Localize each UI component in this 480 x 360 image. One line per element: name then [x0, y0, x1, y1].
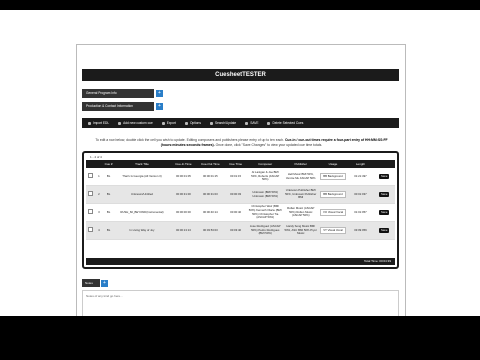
track-title-cell[interactable]: In Living Way of Joy: [113, 221, 170, 240]
save-button[interactable]: SAVE: [245, 121, 258, 125]
notes-textarea[interactable]: Notes of any kind go here...: [82, 290, 399, 316]
col-num: [94, 160, 104, 168]
usage-select[interactable]: BB Background: [320, 190, 346, 199]
row-number: 4: [94, 221, 104, 240]
search-icon: [209, 121, 213, 125]
delete-selected-button[interactable]: Delete Selected Cues: [267, 121, 303, 125]
notes-header[interactable]: Notes +: [82, 279, 108, 287]
cue-out-cell[interactable]: 00:00:40:14: [196, 203, 224, 222]
section-label: General Program Info: [86, 91, 117, 95]
cue-in-cell[interactable]: 00:00:31:00: [169, 185, 197, 204]
row-number: 1: [94, 168, 104, 186]
add-cue-button[interactable]: Add new custom cue: [118, 121, 153, 125]
total-time: Total Time: 00:04:39: [86, 258, 395, 265]
section-production-contact[interactable]: Production & Contact Information +: [82, 102, 163, 111]
cue-code[interactable]: BL: [103, 168, 114, 186]
options-button[interactable]: Options: [184, 121, 201, 125]
section-label: Production & Contact Information: [86, 104, 133, 108]
cue-code[interactable]: BL: [103, 203, 114, 222]
cue-table-container: 1 - 4 of 4 Cue # Track Title Cue-In Time…: [82, 151, 399, 269]
col-usage[interactable]: Usage: [318, 160, 348, 168]
page-title: CuesheetTESTER: [82, 69, 399, 81]
export-button[interactable]: Export: [161, 121, 176, 125]
usage-select[interactable]: BB Background: [320, 172, 346, 181]
row-checkbox[interactable]: [87, 173, 93, 179]
expand-icon[interactable]: +: [101, 279, 108, 287]
search-update-button[interactable]: Search/Update: [209, 121, 236, 125]
import-icon: [88, 121, 91, 125]
usage-select[interactable]: VO Visual Vocal: [320, 208, 346, 217]
row-checkbox[interactable]: [87, 191, 93, 197]
import-edl-button[interactable]: Import EDL: [88, 121, 109, 125]
publisher-cell[interactable]: Rollen Music (ASCAP 50%) Rollen Music (A…: [282, 203, 319, 222]
row-checkbox[interactable]: [87, 227, 93, 233]
table-row: 2 BL Unknown/Untitled 00:00:31:00 00:00:…: [86, 185, 395, 204]
composer-cell[interactable]: Al Lanigan & Joe BMI 50%, Roberts (ASCAP…: [247, 168, 283, 186]
composer-cell[interactable]: Jose Rodriguez (ASCAP 50%) Pedro Rodrigu…: [247, 221, 283, 240]
length-cell: 03:09:059: [347, 221, 374, 240]
row-number: 3: [94, 203, 104, 222]
cue-time-cell: 00:01:15: [223, 168, 248, 186]
row-save-button[interactable]: Save: [379, 173, 390, 180]
cue-in-cell[interactable]: 00:00:13:13: [169, 221, 197, 240]
instructions: To edit a row below, double click the ce…: [95, 138, 388, 147]
col-track-title[interactable]: Track Title: [113, 160, 170, 168]
row-save-button[interactable]: Save: [379, 191, 390, 198]
cue-code[interactable]: BL: [103, 185, 114, 204]
cue-table: Cue # Track Title Cue-In Time Cue-Out Ti…: [86, 160, 395, 240]
table-row: 4 BL In Living Way of Joy 00:00:13:13 00…: [86, 221, 395, 240]
col-composer[interactable]: Composer: [247, 160, 283, 168]
export-icon: [161, 121, 165, 125]
composer-cell[interactable]: Christopher Weir (BMI 50%) Kenneth Olart…: [247, 203, 283, 222]
section-general-program-info[interactable]: General Program Info +: [82, 89, 163, 98]
row-save-button[interactable]: Save: [379, 227, 390, 234]
save-icon: [245, 121, 249, 125]
length-cell: 01:21:497: [347, 168, 374, 186]
row-save-button[interactable]: Save: [379, 209, 390, 216]
table-row: 3 BL RUSH_60_BEYOND(Instrumental) 00:00:…: [86, 203, 395, 222]
app-panel: CuesheetTESTER General Program Info + Pr…: [76, 44, 406, 316]
cue-time-cell: 00:03:40: [223, 221, 248, 240]
length-cell: 01:01:057: [347, 203, 374, 222]
browser-frame: CuesheetTESTER General Program Info + Pr…: [0, 10, 480, 316]
expand-icon[interactable]: +: [156, 90, 163, 97]
publisher-cell[interactable]: Unknown Publisher BMI 50%, Unknown Publi…: [282, 185, 319, 204]
notes-label: Notes: [85, 281, 93, 285]
track-title-cell[interactable]: That's Is Georgia (All Version 3): [113, 168, 170, 186]
col-select: [86, 160, 95, 168]
length-cell: 00:01:037: [347, 185, 374, 204]
gear-icon: [184, 121, 188, 125]
publisher-cell[interactable]: Hell Music BMI 50%, Vennie Mu ASCAP 50%: [282, 168, 319, 186]
cue-out-cell[interactable]: 00:03:53:03: [196, 221, 224, 240]
delete-icon: [267, 121, 271, 125]
row-number: 2: [94, 185, 104, 204]
row-checkbox[interactable]: [87, 209, 93, 215]
table-header: Cue # Track Title Cue-In Time Cue-Out Ti…: [86, 160, 395, 168]
col-cue-time[interactable]: Cue Time: [223, 160, 248, 168]
toolbar: Import EDL Add new custom cue Export Opt…: [82, 118, 399, 128]
col-cue-out[interactable]: Cue-Out Time: [196, 160, 224, 168]
col-action: [373, 160, 395, 168]
composer-cell[interactable]: Unknown (BMI 50%) Unknown (BMI 50%): [247, 185, 283, 204]
col-cue-in[interactable]: Cue-In Time: [169, 160, 197, 168]
col-publisher[interactable]: Publisher: [282, 160, 319, 168]
track-title-cell[interactable]: RUSH_60_BEYOND(Instrumental): [113, 203, 170, 222]
track-title-cell[interactable]: Unknown/Untitled: [113, 185, 170, 204]
pagination-info: 1 - 4 of 4: [90, 155, 102, 159]
cue-out-cell[interactable]: 00:00:31:03: [196, 185, 224, 204]
cue-time-cell: 00:00:40: [223, 203, 248, 222]
publisher-cell[interactable]: Hardy Song Music BMI 50%, ASC BMI 50% Pr…: [282, 221, 319, 240]
add-icon: [118, 121, 122, 125]
usage-select[interactable]: VT Visual Vocal: [320, 226, 346, 235]
col-length[interactable]: Length: [347, 160, 374, 168]
col-cue[interactable]: Cue #: [103, 160, 114, 168]
cue-in-cell[interactable]: 00:00:00:00: [169, 203, 197, 222]
expand-icon[interactable]: +: [156, 103, 163, 110]
cue-in-cell[interactable]: 00:00:01:05: [169, 168, 197, 186]
cue-out-cell[interactable]: 00:00:01:15: [196, 168, 224, 186]
cue-code[interactable]: BL: [103, 221, 114, 240]
table-row: 1 BL That's Is Georgia (All Version 3) 0…: [86, 168, 395, 186]
cue-time-cell: 00:00:03: [223, 185, 248, 204]
